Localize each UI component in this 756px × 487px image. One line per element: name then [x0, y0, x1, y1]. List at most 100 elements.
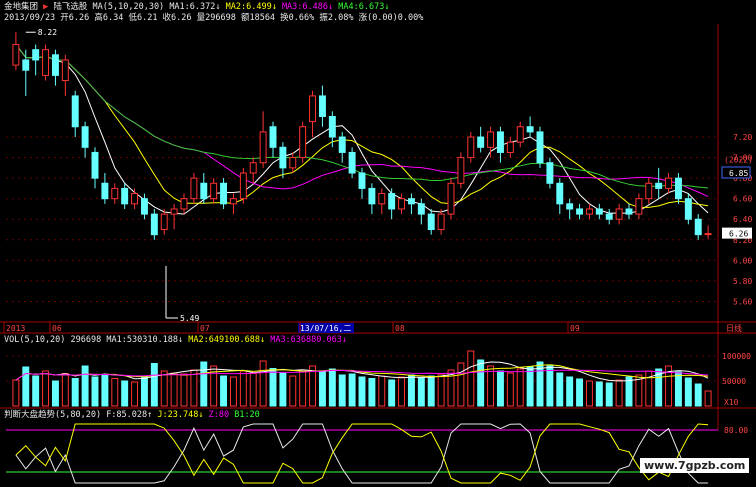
candle-body	[140, 198, 148, 215]
volume-bar	[121, 380, 129, 407]
volume-bar	[32, 375, 40, 407]
candle-body	[338, 136, 346, 153]
candle-body	[506, 141, 514, 153]
volume-bar	[190, 369, 198, 407]
watermark: www.7gpzb.com	[640, 458, 750, 473]
volume-bar	[12, 379, 20, 407]
candle-body	[32, 49, 40, 61]
candle-body	[249, 162, 257, 174]
candle-body	[655, 182, 663, 189]
volume-bar	[239, 370, 247, 407]
candle-body	[496, 131, 504, 153]
candle-body	[516, 126, 524, 143]
volume-bar	[91, 376, 99, 407]
candle-body	[566, 203, 574, 210]
volume-bar	[42, 370, 50, 407]
volume-bar	[150, 363, 158, 407]
volume-bar	[259, 360, 267, 407]
candle-body	[71, 95, 79, 128]
volume-bar	[249, 373, 257, 407]
candle-body	[299, 126, 307, 159]
candle-body	[388, 193, 396, 210]
volume-bar	[566, 376, 574, 407]
candle-body	[417, 203, 425, 215]
candle-body	[487, 131, 495, 148]
price-badge-value: 6.85	[729, 169, 748, 178]
candle-body	[210, 182, 218, 200]
candle-body	[61, 59, 69, 82]
volume-bar	[81, 365, 89, 407]
volume-bar	[615, 379, 623, 407]
kline-chart[interactable]: 7.207.006.806.606.406.206.005.805.60(202…	[0, 0, 756, 487]
current-price-label: 6.26	[729, 230, 748, 239]
volume-tick-label: 100000	[722, 352, 751, 361]
candle-body	[447, 182, 455, 215]
candle-body	[576, 208, 584, 215]
volume-bar	[674, 371, 682, 407]
volume-bar	[200, 361, 208, 407]
volume-bar	[318, 371, 326, 407]
candle-body	[398, 198, 406, 210]
volume-bar	[684, 377, 692, 407]
date-label: 07	[200, 324, 210, 333]
volume-bar	[398, 376, 406, 407]
volume-bar	[368, 378, 376, 407]
volume-bar	[467, 350, 475, 407]
indicator-tick-label: 80.00	[724, 426, 748, 435]
date-label: 2013	[6, 324, 25, 333]
volume-bar	[289, 375, 297, 407]
candle-body	[42, 49, 50, 76]
volume-bar	[506, 372, 514, 407]
candle-body	[160, 213, 168, 231]
indicator-j-line	[15, 423, 709, 484]
period-label: 日线	[726, 323, 742, 333]
candle-body	[467, 136, 475, 159]
volume-bar	[388, 379, 396, 407]
volume-bar	[170, 372, 178, 407]
volume-bar	[328, 368, 336, 407]
candle-body	[150, 213, 158, 236]
candle-body	[694, 218, 702, 236]
volume-bar	[437, 373, 445, 407]
volume-bar	[704, 390, 712, 407]
candle-body	[289, 157, 297, 169]
candle-body	[358, 172, 366, 189]
candle-body	[615, 208, 623, 220]
volume-bar	[694, 383, 702, 407]
candle-body	[427, 213, 435, 231]
volume-bar	[556, 372, 564, 407]
candle-body	[131, 193, 139, 205]
candle-body	[348, 151, 356, 174]
candle-body	[605, 213, 613, 220]
indicator-f-line	[15, 423, 709, 484]
candle-body	[328, 115, 336, 138]
ma30-line	[15, 44, 709, 189]
volume-bar	[407, 374, 415, 407]
volume-bar	[358, 376, 366, 407]
candle-body	[674, 177, 682, 200]
price-tick-label: 6.60	[733, 195, 752, 204]
candle-body	[625, 208, 633, 215]
volume-bar	[338, 374, 346, 407]
candle-body	[91, 151, 99, 179]
candle-body	[318, 95, 326, 117]
volume-bar	[61, 373, 69, 407]
volume-bar	[516, 368, 524, 407]
volume-bar	[51, 380, 59, 407]
volume-tick-label: 50000	[722, 377, 746, 386]
candle-body	[595, 208, 603, 215]
volume-bar	[546, 365, 554, 407]
high-annotation: 8.22	[38, 28, 57, 37]
volume-bar	[348, 373, 356, 407]
candle-body	[200, 182, 208, 200]
price-tick-label: 5.60	[733, 297, 752, 306]
candle-body	[170, 208, 178, 215]
volume-bar	[160, 370, 168, 407]
price-tick-label: 6.40	[733, 215, 752, 224]
date-label: 09	[570, 324, 580, 333]
candle-body	[645, 182, 653, 200]
volume-bar	[378, 375, 386, 407]
volume-bar	[477, 359, 485, 407]
candle-body	[101, 182, 109, 200]
candle-body	[279, 146, 287, 169]
